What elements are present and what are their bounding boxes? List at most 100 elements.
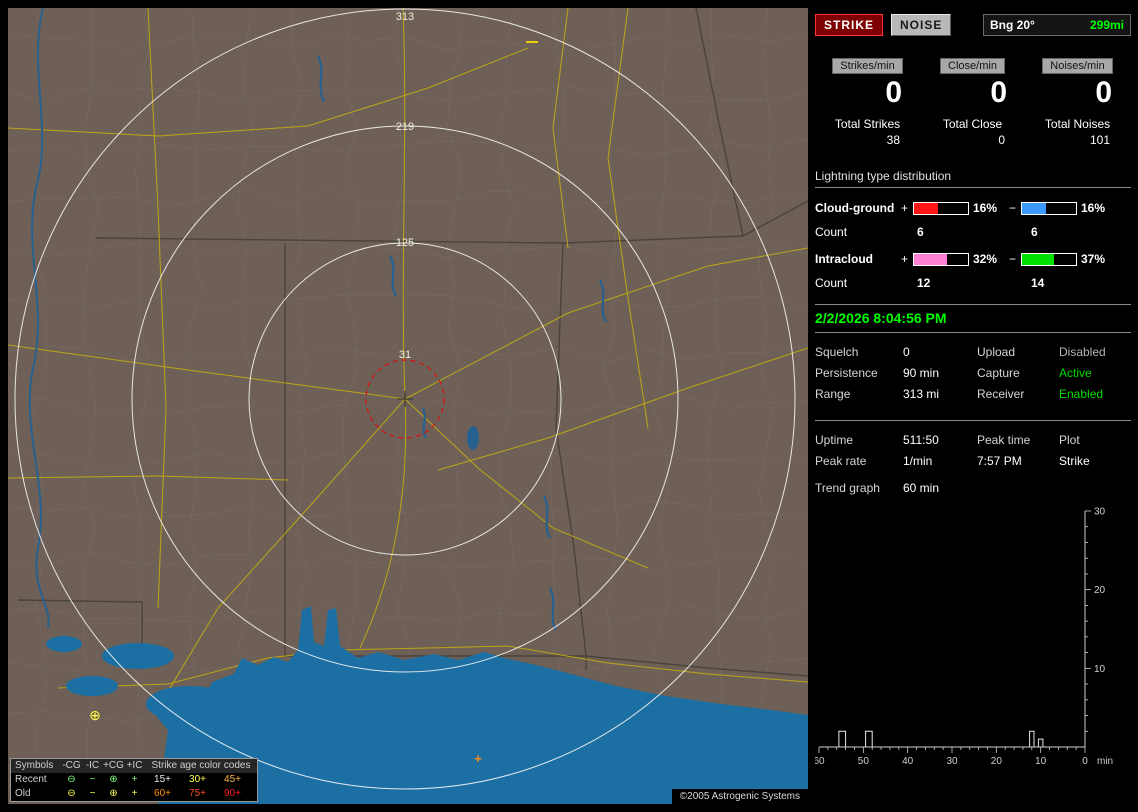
svg-text:min: min <box>1097 756 1113 767</box>
range-ring-label: 125 <box>396 237 414 249</box>
status-row: Squelch 0 Upload Disabled <box>815 342 1131 363</box>
range-label: Range <box>815 387 851 401</box>
strikes-per-min-value: 0 <box>885 76 902 109</box>
svg-text:10: 10 <box>1035 756 1047 767</box>
age-code: 15+ <box>154 774 171 785</box>
legend-row-label: Old <box>15 788 31 799</box>
ic-minus-percent: 37% <box>1081 252 1106 266</box>
stats-row: Uptime 511:50 Peak time Plot <box>815 430 1131 451</box>
trend-graph-label: Trend graph <box>815 481 880 495</box>
close-per-min-chip: Close/min <box>940 58 1005 74</box>
neg-cg-icon: ⊖ <box>67 774 76 785</box>
plot-value: Strike <box>1059 454 1090 468</box>
ic-minus-count: 14 <box>1031 276 1045 290</box>
cloud-ground-label: Cloud-ground <box>815 201 895 215</box>
ic-plus-count: 12 <box>917 276 931 290</box>
range-value: 313 mi <box>903 387 940 401</box>
svg-text:20: 20 <box>1094 585 1106 596</box>
pos-cg-icon: ⊕ <box>109 788 118 799</box>
svg-text:50: 50 <box>858 756 870 767</box>
neg-ic-icon: − <box>89 774 96 785</box>
count-label: Count <box>815 276 848 290</box>
count-label: Count <box>815 225 848 239</box>
uptime-label: Uptime <box>815 433 854 447</box>
legend-col-neg-ic: -IC <box>85 760 100 771</box>
legend-col-pos-cg: +CG <box>103 760 124 771</box>
trend-row: Trend graph 60 min <box>815 478 1131 499</box>
section-divider <box>815 420 1131 421</box>
intracloud-row: Intracloud + 32% − 37% <box>815 252 1131 266</box>
peak-time-label: Peak time <box>977 433 1031 447</box>
neg-ic-icon: − <box>89 788 96 799</box>
squelch-value: 0 <box>903 345 910 359</box>
copyright-notice: ©2005 Astrogenic Systems <box>671 789 808 804</box>
age-code: 30+ <box>189 774 206 785</box>
strike-marker: ⊕ <box>89 707 101 723</box>
ic-minus-bar-fill <box>1022 253 1055 265</box>
minus-sign: − <box>1009 252 1017 266</box>
stats-table: Uptime 511:50 Peak time Plot Peak rate 1… <box>815 430 1131 499</box>
neg-cg-icon: ⊖ <box>67 788 76 799</box>
svg-text:20: 20 <box>991 756 1003 767</box>
trend-graph: 10 20 30 60 50 40 30 20 10 0 min <box>815 507 1113 768</box>
close-per-min-value: 0 <box>990 76 1007 109</box>
intracloud-count-row: Count 12 14 <box>815 276 1131 290</box>
pos-cg-icon: ⊕ <box>109 774 118 785</box>
status-row: Range 313 mi Receiver Enabled <box>815 384 1131 405</box>
legend-header-row: Symbols -CG -IC +CG +IC Strike age color… <box>11 759 257 773</box>
cg-plus-percent: 16% <box>973 201 998 215</box>
legend-old-row: Old ⊖ − ⊕ + 60+ 75+ 90+ <box>11 787 257 801</box>
trend-graph-value: 60 min <box>903 481 940 495</box>
age-code: 75+ <box>189 788 206 799</box>
legend-age-header: Strike age color codes <box>151 760 251 771</box>
svg-text:30: 30 <box>946 756 958 767</box>
noises-per-min-value: 0 <box>1095 76 1112 109</box>
cg-minus-percent: 16% <box>1081 201 1106 215</box>
strike-mode-button[interactable]: STRIKE <box>815 14 884 36</box>
age-code: 60+ <box>154 788 171 799</box>
uptime-value: 511:50 <box>903 433 939 447</box>
noises-per-min-chip: Noises/min <box>1042 58 1113 74</box>
timestamp: 2/2/2026 8:04:56 PM <box>815 304 1131 333</box>
distribution-title: Lightning type distribution <box>815 169 1131 188</box>
cg-plus-bar-fill <box>914 202 939 214</box>
cg-plus-bar <box>913 201 969 215</box>
total-close-value: 0 <box>998 133 1005 147</box>
age-code: 90+ <box>224 788 241 799</box>
total-noises-label: Total Noises <box>1044 117 1111 131</box>
range-ring-label: 313 <box>396 11 414 23</box>
noise-mode-button[interactable]: NOISE <box>891 14 952 36</box>
ic-plus-bar-fill <box>914 253 948 265</box>
svg-text:30: 30 <box>1094 507 1106 518</box>
pos-ic-icon: + <box>131 774 138 785</box>
legend-symbols-header: Symbols <box>15 760 54 771</box>
close-per-min-counter: Close/min 0 Total Close 0 <box>920 58 1025 147</box>
total-close-label: Total Close <box>942 117 1003 131</box>
cg-minus-bar-fill <box>1022 202 1047 214</box>
range-ring-label: 219 <box>396 121 414 133</box>
squelch-label: Squelch <box>815 345 859 359</box>
legend-recent-row: Recent ⊖ − ⊕ + 15+ 30+ 45+ <box>11 773 257 787</box>
status-table: Squelch 0 Upload Disabled Persistence 90… <box>815 342 1131 405</box>
bearing-range: 299mi <box>1089 18 1124 32</box>
side-panel: STRIKE NOISE Bng 20° 299mi Strikes/min 0… <box>815 8 1131 804</box>
intracloud-label: Intracloud <box>815 252 874 266</box>
bearing-label: Bng 20° <box>990 18 1035 32</box>
persistence-label: Persistence <box>815 366 878 380</box>
cg-minus-count: 6 <box>1031 225 1038 239</box>
bearing-display: Bng 20° 299mi <box>983 14 1131 36</box>
mode-toolbar: STRIKE NOISE Bng 20° 299mi <box>815 12 1131 38</box>
svg-text:10: 10 <box>1094 664 1106 675</box>
pos-ic-icon: + <box>131 788 138 799</box>
persistence-value: 90 min <box>903 366 940 380</box>
legend-row-label: Recent <box>15 774 47 785</box>
plot-label: Plot <box>1059 433 1080 447</box>
minus-sign: − <box>1009 201 1017 215</box>
cg-plus-count: 6 <box>917 225 924 239</box>
strikes-per-min-chip: Strikes/min <box>832 58 903 74</box>
cg-minus-bar <box>1021 201 1077 215</box>
capture-value: Active <box>1059 366 1092 380</box>
map-display[interactable]: 313 219 125 31 ⊕ + Symbols -CG -IC +CG +… <box>8 8 808 804</box>
cloud-ground-count-row: Count 6 6 <box>815 225 1131 239</box>
peak-rate-label: Peak rate <box>815 454 867 468</box>
